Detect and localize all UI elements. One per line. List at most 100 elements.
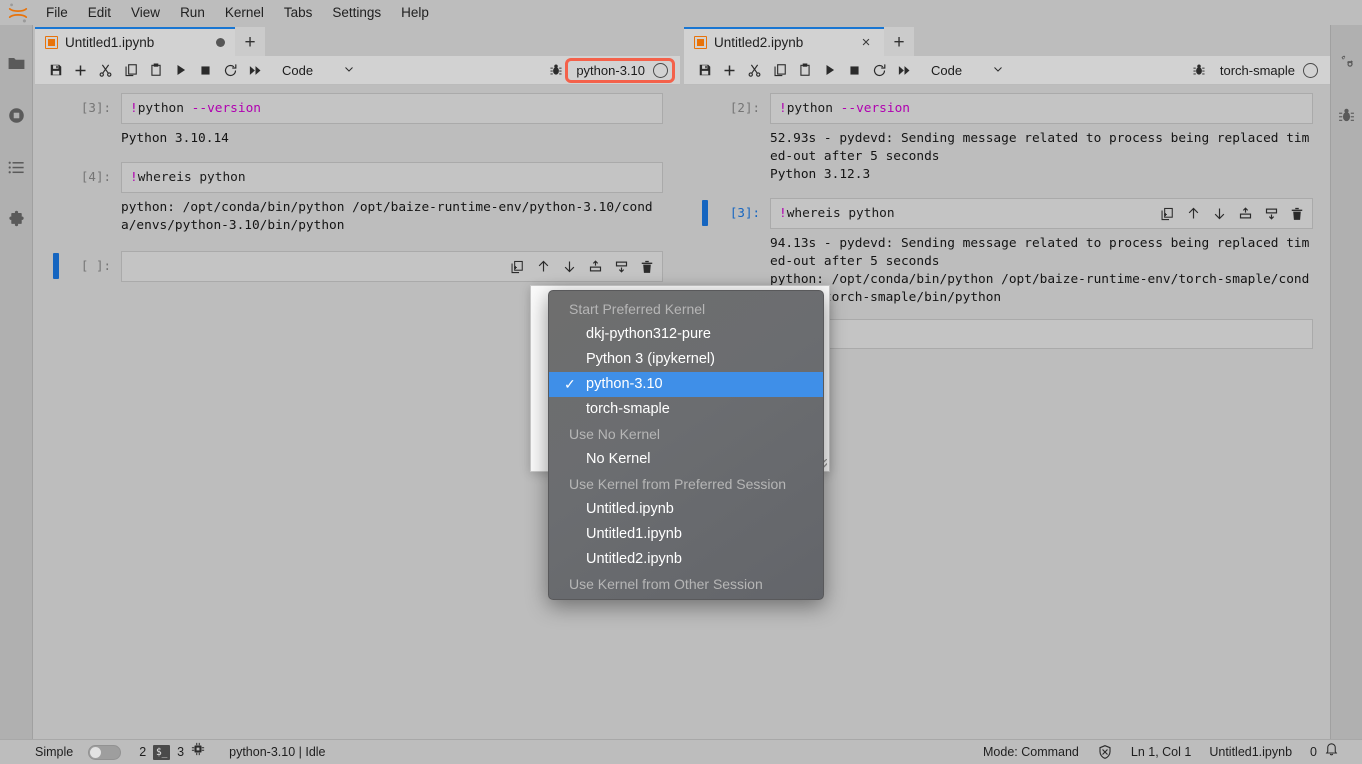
running-sessions-status[interactable]: 2 $_ 3 xyxy=(130,740,214,764)
cell-selection-bar xyxy=(53,253,59,279)
duplicate-icon[interactable] xyxy=(508,258,526,276)
new-launcher-button-left[interactable]: + xyxy=(235,27,265,56)
kernel-dropdown-menu[interactable]: Start Preferred Kernel dkj-python312-pur… xyxy=(548,290,824,600)
toggle-switch[interactable] xyxy=(88,745,121,760)
cursor-position-status[interactable]: Ln 1, Col 1 xyxy=(1122,740,1200,764)
arrow-down-icon[interactable] xyxy=(1210,205,1228,223)
menu-item-kernel[interactable]: Kernel xyxy=(215,0,274,25)
cell-type-select-right[interactable]: Code xyxy=(923,59,1008,82)
sidebar-item-file-browser[interactable] xyxy=(0,37,33,89)
save-icon[interactable] xyxy=(692,58,717,83)
insert-above-icon[interactable] xyxy=(1236,205,1254,223)
plus-icon[interactable] xyxy=(68,58,93,83)
menu-item-tabs[interactable]: Tabs xyxy=(274,0,323,25)
arrow-up-icon[interactable] xyxy=(1184,205,1202,223)
sidebar-item-extension-manager[interactable] xyxy=(0,193,33,245)
menu-item-untitled-ipynb[interactable]: Untitled.ipynb xyxy=(549,497,823,522)
play-icon[interactable] xyxy=(168,58,193,83)
scissors-icon[interactable] xyxy=(93,58,118,83)
scissors-icon[interactable] xyxy=(742,58,767,83)
menu-item-run[interactable]: Run xyxy=(170,0,215,25)
tab-untitled1-ipynb[interactable]: Untitled1.ipynb xyxy=(35,27,235,56)
notebook-cell-active[interactable]: [ ]: xyxy=(35,251,680,282)
copy-icon[interactable] xyxy=(118,58,143,83)
menu-item-file[interactable]: File xyxy=(36,0,78,25)
arrow-up-icon[interactable] xyxy=(534,258,552,276)
cell-input-editor[interactable] xyxy=(121,251,663,282)
code-bang-token: ! xyxy=(130,170,138,185)
notebook-cell-active[interactable]: [3]: !whereis python xyxy=(684,198,1330,229)
cell-input-editor[interactable]: !python --version xyxy=(121,93,663,124)
trash-icon[interactable] xyxy=(638,258,656,276)
cell-input-editor[interactable]: !whereis python xyxy=(770,198,1313,229)
kernel-selector-right[interactable]: torch-smaple xyxy=(1212,61,1322,80)
menu-item-dkj-python312-pure[interactable]: dkj-python312-pure xyxy=(549,322,823,347)
check-icon: ✓ xyxy=(564,376,576,393)
notebook-cell[interactable]: [3]: !python --version xyxy=(35,93,680,124)
simple-mode-toggle[interactable]: Simple xyxy=(26,740,130,764)
cell-input-editor[interactable]: !python --version xyxy=(770,93,1313,124)
cell-source: !whereis python xyxy=(122,163,254,192)
notebook-toolbar-left: Code python-3.10 xyxy=(35,56,680,85)
menu-item-settings[interactable]: Settings xyxy=(322,0,391,25)
clipboard-icon[interactable] xyxy=(143,58,168,83)
cell-type-select-left[interactable]: Code xyxy=(274,59,359,82)
copy-icon[interactable] xyxy=(767,58,792,83)
plus-icon[interactable] xyxy=(717,58,742,83)
menu-item-untitled1-ipynb[interactable]: Untitled1.ipynb xyxy=(549,522,823,547)
clipboard-icon[interactable] xyxy=(792,58,817,83)
kernel-selector-left[interactable]: python-3.10 xyxy=(568,61,672,80)
menu-item-python-3-10[interactable]: ✓ python-3.10 xyxy=(549,372,823,397)
jupyterlab-window: File Edit View Run Kernel Tabs Settings … xyxy=(0,0,1362,764)
notebook-cell[interactable]: [4]: !whereis python xyxy=(35,162,680,193)
menu-item-edit[interactable]: Edit xyxy=(78,0,121,25)
simple-mode-label: Simple xyxy=(35,740,73,764)
insert-below-icon[interactable] xyxy=(1262,205,1280,223)
sidebar-item-table-of-contents[interactable] xyxy=(0,141,33,193)
sidebar-item-debugger[interactable] xyxy=(1330,89,1362,141)
cell-source: !python --version xyxy=(122,94,269,123)
trash-icon[interactable] xyxy=(1288,205,1306,223)
cell-selection-bar xyxy=(53,165,59,189)
close-icon[interactable]: × xyxy=(858,35,874,51)
stop-square-icon[interactable] xyxy=(193,58,218,83)
save-icon[interactable] xyxy=(43,58,68,83)
code-main-token: whereis python xyxy=(138,170,246,185)
restart-icon[interactable] xyxy=(218,58,243,83)
fast-forward-icon[interactable] xyxy=(892,58,917,83)
sidebar-item-running-terminals-kernels[interactable] xyxy=(0,89,33,141)
unsaved-changes-dot-icon[interactable] xyxy=(216,38,225,47)
arrow-down-icon[interactable] xyxy=(560,258,578,276)
menu-item-untitled2-ipynb[interactable]: Untitled2.ipynb xyxy=(549,547,823,572)
menu-item-torch-smaple[interactable]: torch-smaple xyxy=(549,397,823,422)
play-icon[interactable] xyxy=(817,58,842,83)
cell-input-editor[interactable] xyxy=(770,319,1313,349)
current-file-status[interactable]: Untitled1.ipynb xyxy=(1200,740,1301,764)
code-main-token: python xyxy=(787,101,841,116)
menu-item-view[interactable]: View xyxy=(121,0,170,25)
cell-source: !whereis python xyxy=(771,199,903,228)
chevron-down-icon xyxy=(343,63,355,78)
restart-icon[interactable] xyxy=(867,58,892,83)
kernel-status-text[interactable]: python-3.10 | Idle xyxy=(220,740,334,764)
duplicate-icon[interactable] xyxy=(1158,205,1176,223)
new-launcher-button-right[interactable]: + xyxy=(884,27,914,56)
menu-item-no-kernel[interactable]: No Kernel xyxy=(549,447,823,472)
menu-item-python-3-ipykernel[interactable]: Python 3 (ipykernel) xyxy=(549,347,823,372)
insert-above-icon[interactable] xyxy=(586,258,604,276)
cell-input-editor[interactable]: !whereis python xyxy=(121,162,663,193)
cell-selection-bar xyxy=(702,96,708,120)
sidebar-item-property-inspector[interactable] xyxy=(1330,37,1362,89)
insert-below-icon[interactable] xyxy=(612,258,630,276)
notebook-cell[interactable]: [2]: !python --version xyxy=(684,93,1330,124)
fast-forward-icon[interactable] xyxy=(243,58,268,83)
notebook-mode-status[interactable]: Mode: Command xyxy=(974,740,1088,764)
menu-item-help[interactable]: Help xyxy=(391,0,439,25)
debug-toggle-icon-right[interactable] xyxy=(1187,58,1212,83)
debugger-off-icon[interactable] xyxy=(1088,744,1122,760)
tab-untitled2-ipynb[interactable]: Untitled2.ipynb × xyxy=(684,27,884,56)
stop-square-icon[interactable] xyxy=(842,58,867,83)
debug-toggle-icon-left[interactable] xyxy=(543,58,568,83)
notifications-status[interactable]: 0 xyxy=(1301,740,1348,764)
jupyter-logo-icon xyxy=(0,0,36,25)
